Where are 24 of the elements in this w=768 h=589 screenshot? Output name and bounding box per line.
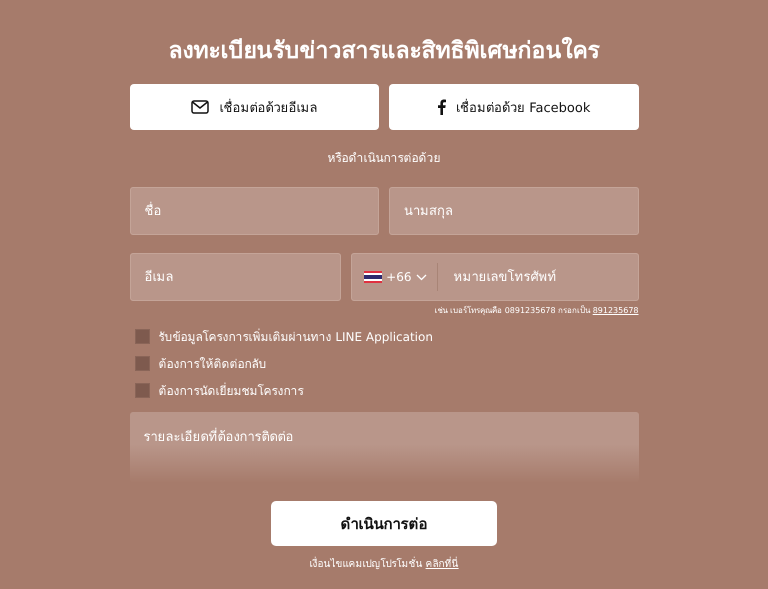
click-here-link[interactable]: คลิกที่นี่ <box>426 559 459 570</box>
chevron-down-icon <box>416 274 426 280</box>
page-title: ลงทะเบียนรับข่าวสารและสิทธิพิเศษก่อนใคร <box>168 36 601 66</box>
example-link[interactable]: 891235678 <box>592 306 638 315</box>
checkbox-label: รับข้อมูลโครงการเพิ่มเติมผ่านทาง LINE Application <box>158 328 433 346</box>
country-code-select[interactable]: +66 <box>364 263 438 291</box>
last-name-field[interactable]: นามสกุล <box>389 187 638 235</box>
continue-button[interactable]: ดำเนินการต่อ <box>271 501 497 546</box>
email-connect-button[interactable]: เชื่อมต่อด้วยอีเมล <box>130 84 379 130</box>
facebook-connect-button[interactable]: เชื่อมต่อด้วย Facebook <box>389 84 638 130</box>
checkbox-label: ต้องการนัดเยี่ยมชมโครงการ <box>158 382 304 400</box>
terms-text: เงื่อนไขแคมเปญโปรโมชั่น คลิกที่นี่ <box>130 556 638 571</box>
checkbox-label: ต้องการให้ติดต่อกลับ <box>158 356 266 373</box>
first-name-field[interactable]: ชื่อ <box>130 187 379 235</box>
email-field[interactable]: อีเมล <box>130 253 342 301</box>
phone-field[interactable]: +66 หมายเลขโทรศัพท์ <box>351 253 638 301</box>
phone-hint: เช่น เบอร์โทรคุณคือ 0891235678 กรอกเป็น 891235678 <box>434 304 638 317</box>
checkbox[interactable] <box>134 383 150 398</box>
flag-icon <box>364 271 382 283</box>
checkbox[interactable] <box>134 356 150 371</box>
divider-text: หรือดำเนินการต่อด้วย <box>326 150 442 167</box>
mail-icon <box>191 100 210 114</box>
checkbox[interactable] <box>134 329 150 344</box>
facebook-icon <box>437 99 446 115</box>
